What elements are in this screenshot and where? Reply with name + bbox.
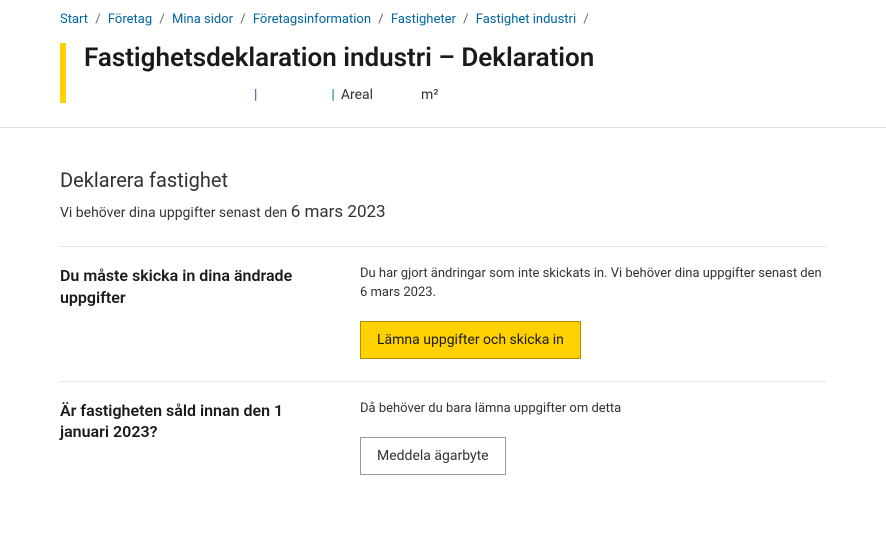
meta-areal-unit: m² [421, 87, 438, 103]
meta-separator-icon: | [84, 87, 257, 103]
submit-heading: Du måste skicka in dina ändrade uppgifte… [60, 265, 320, 308]
meta-areal-label: Areal [341, 87, 373, 103]
declare-section-title: Deklarera fastighet [60, 168, 826, 192]
sold-heading: Är fastigheten såld innan den 1 januari … [60, 400, 320, 443]
submit-description: Du har gjort ändringar som inte skickats… [360, 265, 826, 303]
submit-changes-block: Du måste skicka in dina ändrade uppgifte… [60, 246, 826, 381]
breadcrumb-item-foretag[interactable]: Företag [108, 12, 152, 27]
page-title: Fastighetsdeklaration industri – Deklara… [84, 43, 826, 73]
breadcrumb-item-foretagsinformation[interactable]: Företagsinformation [253, 12, 371, 27]
breadcrumb: Start / Företag / Mina sidor / Företagsi… [0, 0, 886, 35]
breadcrumb-item-fastigheter[interactable]: Fastigheter [391, 12, 456, 27]
deadline-text: Vi behöver dina uppgifter senast den 6 m… [60, 202, 826, 222]
breadcrumb-item-mina-sidor[interactable]: Mina sidor [172, 12, 233, 27]
property-sold-block: Är fastigheten såld innan den 1 januari … [60, 381, 826, 497]
deadline-date: 6 mars 2023 [291, 202, 386, 222]
meta-row: | | Areal m² [84, 87, 826, 103]
breadcrumb-sep: / [583, 12, 588, 27]
breadcrumb-sep: / [240, 12, 245, 27]
meta-separator-icon: | [331, 87, 334, 103]
accent-bar [60, 43, 66, 103]
breadcrumb-item-start[interactable]: Start [60, 12, 88, 27]
notify-ownership-change-button[interactable]: Meddela ägarbyte [360, 437, 506, 475]
breadcrumb-sep: / [159, 12, 164, 27]
breadcrumb-sep: / [463, 12, 468, 27]
title-section: Fastighetsdeklaration industri – Deklara… [0, 35, 886, 127]
submit-and-send-button[interactable]: Lämna uppgifter och skicka in [360, 321, 581, 359]
breadcrumb-sep: / [378, 12, 383, 27]
breadcrumb-item-fastighet-industri[interactable]: Fastighet industri [476, 12, 576, 27]
sold-description: Då behöver du bara lämna uppgifter om de… [360, 400, 826, 419]
breadcrumb-sep: / [95, 12, 100, 27]
deadline-prefix: Vi behöver dina uppgifter senast den [60, 205, 291, 221]
